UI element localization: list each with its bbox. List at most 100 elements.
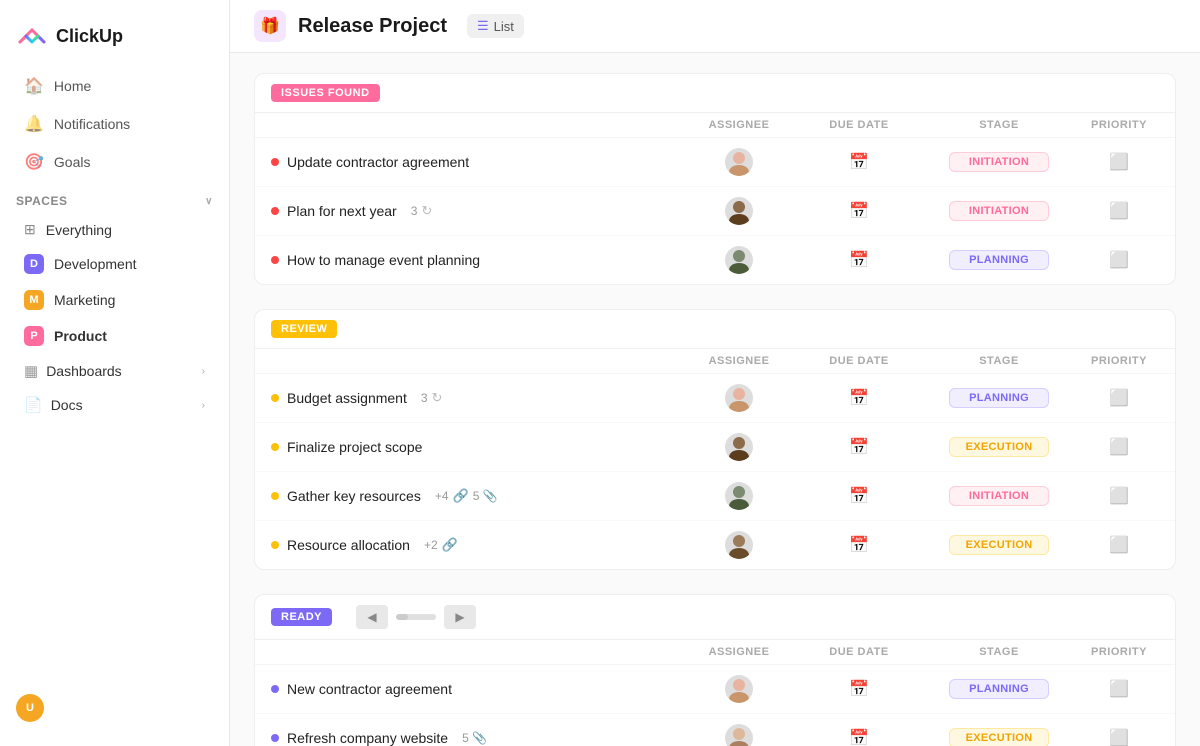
col-priority-1: PRIORITY xyxy=(1079,119,1159,131)
main-content: 🎁 Release Project ☰ List ISSUES FOUND AS… xyxy=(230,0,1200,746)
calendar-icon: 📅 xyxy=(849,201,869,221)
avatar xyxy=(725,384,753,412)
task-name: How to manage event planning xyxy=(287,252,480,268)
dashboards-icon: ▦ xyxy=(24,362,38,380)
task-row[interactable]: How to manage event planning 📅 PLANNING … xyxy=(255,236,1175,284)
sidebar-notifications-label: Notifications xyxy=(54,116,130,132)
task-row[interactable]: Resource allocation +2 🔗 📅 EXECUTION ⬜ xyxy=(255,521,1175,569)
calendar-icon: 📅 xyxy=(849,388,869,408)
priority-icon: ⬜ xyxy=(1109,535,1129,555)
sidebar-item-everything[interactable]: ⊞ Everything xyxy=(8,214,221,245)
sidebar-development-label: Development xyxy=(54,256,137,272)
sidebar-item-docs[interactable]: 📄 Docs › xyxy=(8,389,221,421)
priority-icon: ⬜ xyxy=(1109,437,1129,457)
sidebar-item-marketing[interactable]: M Marketing xyxy=(8,283,221,317)
task-row[interactable]: Refresh company website 5 📎 📅 EXECUTION … xyxy=(255,714,1175,746)
stage-tag: PLANNING xyxy=(949,679,1049,699)
task-row[interactable]: Plan for next year 3 ↻ 📅 INITIATION ⬜ xyxy=(255,187,1175,236)
spaces-chevron-icon[interactable]: ∨ xyxy=(205,196,213,207)
sidebar-goals-label: Goals xyxy=(54,154,91,170)
docs-chevron-icon: › xyxy=(202,400,205,411)
project-icon: 🎁 xyxy=(254,10,286,42)
calendar-icon: 📅 xyxy=(849,535,869,555)
col-assignee-1: ASSIGNEE xyxy=(679,119,799,131)
progress-bar xyxy=(396,614,436,620)
task-name: New contractor agreement xyxy=(287,681,452,697)
refresh-icon: ↻ xyxy=(432,390,443,406)
col-task-name xyxy=(271,119,679,131)
meta-count: 3 xyxy=(411,204,418,218)
priority-icon: ⬜ xyxy=(1109,250,1129,270)
ready-badge: READY xyxy=(271,608,332,626)
user-avatar[interactable]: U xyxy=(16,694,44,722)
task-dot xyxy=(271,541,279,549)
calendar-icon: 📅 xyxy=(849,152,869,172)
progress-back-btn[interactable]: ◀ xyxy=(356,605,388,629)
sidebar-item-goals[interactable]: 🎯 Goals xyxy=(8,144,221,180)
view-badge[interactable]: ☰ List xyxy=(467,14,524,38)
stage-tag: EXECUTION xyxy=(949,535,1049,555)
sidebar-home-label: Home xyxy=(54,78,91,94)
progress-forward-btn[interactable]: ▶ xyxy=(444,605,476,629)
col-due-3: DUE DATE xyxy=(799,646,919,658)
goals-icon: 🎯 xyxy=(24,152,44,172)
col-assignee-2: ASSIGNEE xyxy=(679,355,799,367)
top-bar: 🎁 Release Project ☰ List xyxy=(230,0,1200,53)
priority-icon: ⬜ xyxy=(1109,728,1129,746)
stage-tag: EXECUTION xyxy=(949,728,1049,746)
avatar xyxy=(725,482,753,510)
ready-toolbar: ◀ ▶ xyxy=(356,605,476,629)
task-row[interactable]: Budget assignment 3 ↻ 📅 PLANNING ⬜ xyxy=(255,374,1175,423)
task-name: Plan for next year xyxy=(287,203,397,219)
col-due-1: DUE DATE xyxy=(799,119,919,131)
meta-plus: +4 xyxy=(435,489,449,503)
calendar-icon: 📅 xyxy=(849,250,869,270)
task-row[interactable]: Update contractor agreement 📅 INITIATION… xyxy=(255,138,1175,187)
list-icon: ☰ xyxy=(477,18,489,34)
task-dot xyxy=(271,207,279,215)
task-dot xyxy=(271,734,279,742)
stage-tag: PLANNING xyxy=(949,388,1049,408)
content-area: ISSUES FOUND ASSIGNEE DUE DATE STAGE PRI… xyxy=(230,53,1200,746)
sidebar-item-development[interactable]: D Development xyxy=(8,247,221,281)
group-ready-header: READY ◀ ▶ xyxy=(255,595,1175,640)
refresh-icon: ↻ xyxy=(421,203,432,219)
task-row[interactable]: New contractor agreement 📅 PLANNING ⬜ xyxy=(255,665,1175,714)
docs-icon: 📄 xyxy=(24,396,43,414)
sidebar-marketing-label: Marketing xyxy=(54,292,115,308)
task-row[interactable]: Gather key resources +4 🔗 5 📎 📅 INITIATI… xyxy=(255,472,1175,521)
task-dot xyxy=(271,256,279,264)
avatar xyxy=(725,246,753,274)
stage-tag: INITIATION xyxy=(949,201,1049,221)
link-icon: 🔗 xyxy=(453,488,469,504)
task-dot xyxy=(271,443,279,451)
calendar-icon: 📅 xyxy=(849,728,869,746)
stage-tag: PLANNING xyxy=(949,250,1049,270)
avatar xyxy=(725,197,753,225)
sidebar-item-notifications[interactable]: 🔔 Notifications xyxy=(8,106,221,142)
meta-plus: +2 xyxy=(424,538,438,552)
group-issues-header: ISSUES FOUND xyxy=(255,74,1175,113)
dashboards-chevron-icon: › xyxy=(202,366,205,377)
task-name: Update contractor agreement xyxy=(287,154,469,170)
task-row[interactable]: Finalize project scope 📅 EXECUTION ⬜ xyxy=(255,423,1175,472)
sidebar-bottom: U xyxy=(0,682,229,734)
task-name: Budget assignment xyxy=(287,390,407,406)
group-review-header: REVIEW xyxy=(255,310,1175,349)
sidebar-item-dashboards[interactable]: ▦ Dashboards › xyxy=(8,355,221,387)
avatar xyxy=(725,724,753,746)
home-icon: 🏠 xyxy=(24,76,44,96)
task-name: Finalize project scope xyxy=(287,439,422,455)
view-label: List xyxy=(494,19,514,34)
sidebar-item-product[interactable]: P Product xyxy=(8,319,221,353)
col-priority-2: PRIORITY xyxy=(1079,355,1159,367)
calendar-icon: 📅 xyxy=(849,679,869,699)
app-name: ClickUp xyxy=(56,26,123,47)
col-stage-3: STAGE xyxy=(919,646,1079,658)
sidebar-docs-label: Docs xyxy=(51,397,83,413)
priority-icon: ⬜ xyxy=(1109,388,1129,408)
meta-count: 3 xyxy=(421,391,428,405)
sidebar-item-home[interactable]: 🏠 Home xyxy=(8,68,221,104)
notifications-icon: 🔔 xyxy=(24,114,44,134)
sidebar: ClickUp 🏠 Home 🔔 Notifications 🎯 Goals S… xyxy=(0,0,230,746)
